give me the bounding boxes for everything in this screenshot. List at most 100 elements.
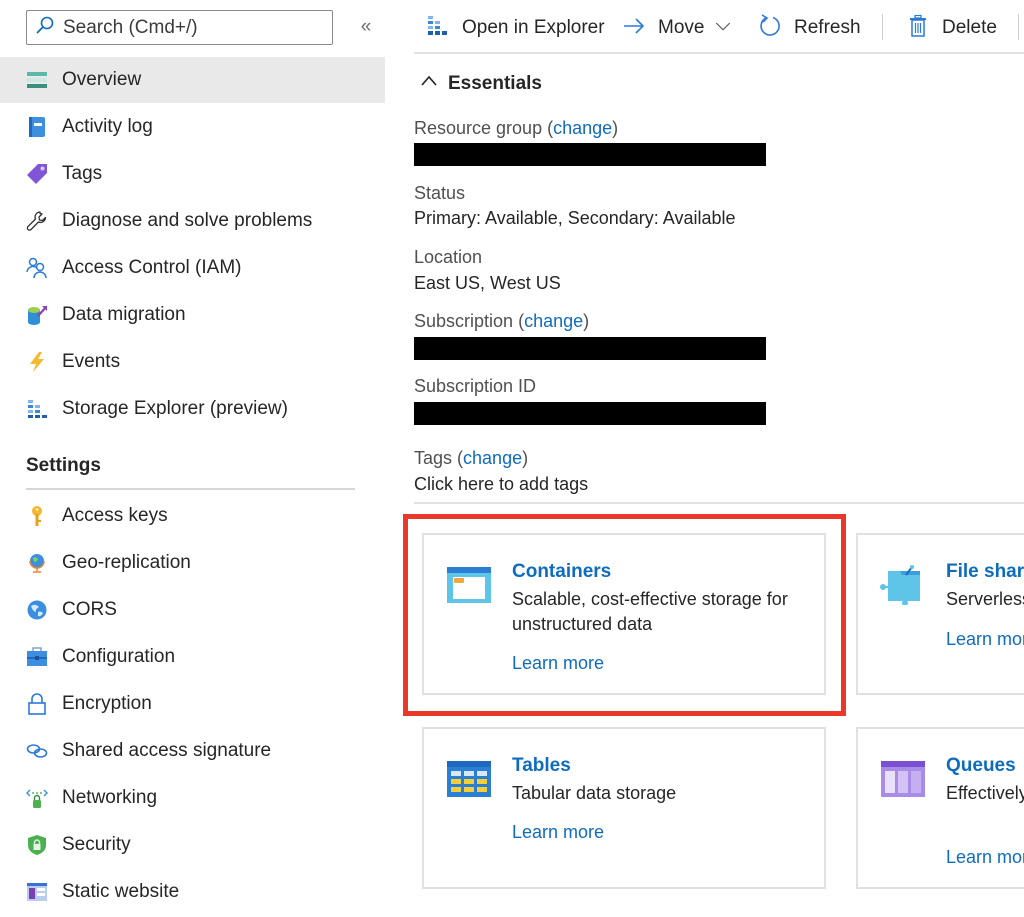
sidebar-item-configuration[interactable]: Configuration: [0, 634, 385, 680]
collapse-menu-button[interactable]: «: [354, 14, 378, 40]
sidebar-item-label: Events: [62, 351, 121, 372]
sidebar-item-label: Storage Explorer (preview): [62, 398, 288, 419]
subscription-id-value-redacted: [414, 402, 766, 425]
essentials-divider: [414, 502, 1024, 504]
file-shares-card[interactable]: File shares Serverless Learn more: [856, 533, 1024, 695]
refresh-label: Refresh: [794, 17, 861, 38]
open-in-explorer-button[interactable]: Open in Explorer: [426, 12, 605, 44]
containers-card[interactable]: Containers Scalable, cost-effective stor…: [422, 533, 826, 695]
static-website-icon: [26, 881, 48, 903]
sidebar-item-cors[interactable]: CORS: [0, 587, 385, 633]
sidebar-item-tags[interactable]: Tags: [0, 151, 385, 197]
queues-description: Effectively traffic: [946, 783, 1024, 803]
sidebar-item-geo-replication[interactable]: Geo-replication: [0, 540, 385, 586]
refresh-icon: [758, 13, 782, 43]
sidebar-item-storage-explorer[interactable]: Storage Explorer (preview): [0, 386, 385, 432]
sidebar-item-label: Shared access signature: [62, 740, 272, 761]
people-icon: [26, 257, 48, 279]
search-icon: [35, 15, 55, 40]
queues-card[interactable]: Queues Effectively traffic Learn more: [856, 727, 1024, 889]
resource-group-label: Resource group (change): [414, 118, 619, 138]
sidebar-item-label: Encryption: [62, 693, 152, 714]
containers-icon: [446, 565, 492, 605]
overview-icon: [26, 69, 48, 91]
sidebar-item-access-control[interactable]: Access Control (IAM): [0, 245, 385, 291]
cors-icon: [26, 599, 48, 621]
sidebar-item-static-website[interactable]: Static website: [0, 869, 385, 915]
refresh-button[interactable]: Refresh: [758, 12, 861, 44]
queues-icon: [880, 759, 926, 799]
file-shares-title[interactable]: File shares: [946, 561, 1024, 583]
tag-icon: [26, 163, 48, 185]
lightning-icon: [26, 351, 48, 373]
sidebar-item-encryption[interactable]: Encryption: [0, 681, 385, 727]
menu-search-input[interactable]: Search (Cmd+/): [26, 10, 333, 45]
storage-explorer-icon: [426, 14, 450, 43]
add-tags-link[interactable]: Click here to add tags: [414, 474, 588, 495]
sidebar-item-events[interactable]: Events: [0, 339, 385, 385]
resource-group-change-link[interactable]: change: [553, 118, 612, 138]
sidebar-item-label: Access Control (IAM): [62, 257, 242, 278]
tags-change-link[interactable]: change: [463, 448, 522, 468]
tables-card[interactable]: Tables Tabular data storage Learn more: [422, 727, 826, 889]
sidebar-item-label: Tags: [62, 163, 103, 184]
tables-description: Tabular data storage: [512, 783, 677, 803]
toolbox-icon: [26, 646, 48, 668]
subscription-label-text: Subscription: [414, 311, 514, 331]
sidebar-item-label: Configuration: [62, 646, 176, 667]
sidebar-item-label: Activity log: [62, 116, 153, 137]
chevron-down-icon: [714, 17, 732, 40]
resource-group-label-text: Resource group: [414, 118, 543, 138]
subscription-change-link[interactable]: change: [524, 311, 583, 331]
wrench-icon: [26, 210, 48, 232]
sidebar-item-label: Diagnose and solve problems: [62, 210, 313, 231]
containers-title[interactable]: Containers: [512, 561, 611, 583]
sidebar-item-security[interactable]: Security: [0, 822, 385, 868]
command-bar: Open in Explorer Move Refresh Delete: [414, 0, 1024, 54]
delete-label: Delete: [942, 17, 997, 38]
sidebar-item-label: Static website: [62, 881, 180, 902]
sidebar-item-shared-access-signature[interactable]: Shared access signature: [0, 728, 385, 774]
sidebar-item-label: Geo-replication: [62, 552, 191, 573]
delete-button[interactable]: Delete: [906, 12, 997, 44]
resource-menu-sidebar: Search (Cmd+/) « Overview Activity log T…: [0, 0, 385, 917]
sidebar-item-data-migration[interactable]: Data migration: [0, 292, 385, 338]
search-placeholder: Search (Cmd+/): [63, 16, 198, 38]
activity-log-icon: [26, 116, 48, 138]
sidebar-item-label: Data migration: [62, 304, 186, 325]
sidebar-item-label: Security: [62, 834, 131, 855]
globe-icon: [26, 552, 48, 574]
overview-main-pane: Open in Explorer Move Refresh Delete Ess…: [414, 0, 1024, 917]
file-shares-description: Serverless: [946, 589, 1024, 609]
queues-learn-more-link[interactable]: Learn more: [946, 847, 1024, 868]
tables-learn-more-link[interactable]: Learn more: [512, 822, 604, 843]
storage-explorer-icon: [26, 398, 48, 420]
tables-icon: [446, 759, 492, 799]
status-label: Status: [414, 183, 466, 203]
arrow-right-icon: [622, 14, 646, 43]
sidebar-item-networking[interactable]: Networking: [0, 775, 385, 821]
sidebar-item-diagnose[interactable]: Diagnose and solve problems: [0, 198, 385, 244]
containers-learn-more-link[interactable]: Learn more: [512, 653, 604, 674]
chevron-up-icon: [420, 72, 438, 95]
essentials-toggle[interactable]: Essentials: [420, 72, 542, 95]
tables-title[interactable]: Tables: [512, 755, 571, 777]
open-in-explorer-label: Open in Explorer: [462, 17, 605, 38]
toolbar-separator: [1018, 14, 1019, 40]
file-shares-learn-more-link[interactable]: Learn more: [946, 629, 1024, 650]
link-icon: [26, 740, 48, 762]
move-button[interactable]: Move: [622, 12, 732, 44]
sidebar-item-activity-log[interactable]: Activity log: [0, 104, 385, 150]
sidebar-item-overview[interactable]: Overview: [0, 57, 385, 103]
networking-icon: [26, 787, 48, 809]
queues-title[interactable]: Queues: [946, 755, 1016, 777]
lock-icon: [26, 693, 48, 715]
sidebar-item-access-keys[interactable]: Access keys: [0, 493, 385, 539]
resource-group-value-redacted: [414, 143, 766, 166]
file-shares-icon: [880, 565, 926, 606]
shield-icon: [26, 834, 48, 856]
settings-divider: [26, 488, 355, 490]
settings-section-header: Settings: [26, 455, 101, 476]
key-icon: [26, 505, 48, 527]
subscription-value-redacted: [414, 337, 766, 360]
